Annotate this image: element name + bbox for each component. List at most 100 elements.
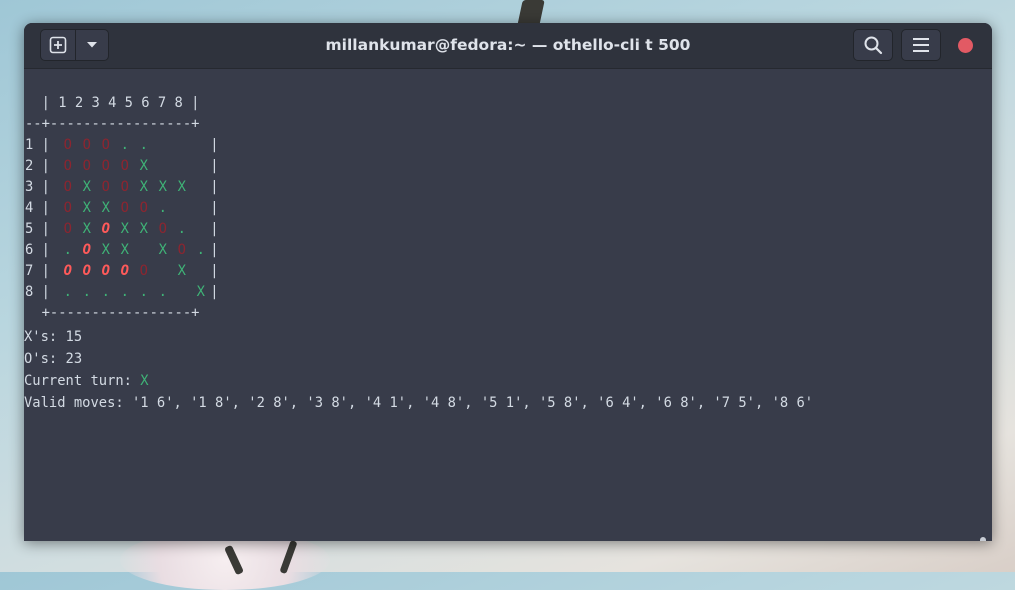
board-cell: O <box>82 158 91 174</box>
row-end: | <box>210 242 219 258</box>
close-button[interactable] <box>958 38 973 53</box>
board-cell: . <box>139 284 148 300</box>
row-label: 6 | <box>25 242 59 258</box>
board-cell: X <box>101 200 110 216</box>
board-cell: O <box>101 179 110 195</box>
header-bar: millankumar@fedora:~ — othello-cli t 500 <box>24 23 992 69</box>
row-label: 4 | <box>25 200 59 216</box>
board-cell <box>172 156 191 177</box>
board-cell: . <box>120 284 129 300</box>
board-cell <box>172 135 191 156</box>
window-title: millankumar@fedora:~ — othello-cli t 500 <box>325 36 691 54</box>
hamburger-menu-icon <box>913 38 929 52</box>
row-label: 2 | <box>25 158 59 174</box>
board-row: 2 | OOOOX | <box>25 156 219 177</box>
board-row: 1 | OOO.. | <box>25 135 219 156</box>
board-cell: O <box>63 137 72 153</box>
board-cell: O <box>63 221 72 237</box>
board-cell: O <box>63 263 72 279</box>
board-cell: O <box>120 200 129 216</box>
board-top-border: --+-----------------+ <box>25 116 200 132</box>
current-turn: Current turn: X <box>24 371 149 392</box>
board-cell: O <box>101 158 110 174</box>
board-cell: . <box>196 242 205 258</box>
menu-button[interactable] <box>901 29 941 61</box>
board-cell: X <box>120 221 129 237</box>
scrollbar-thumb[interactable] <box>980 537 986 541</box>
board-cell: O <box>120 263 129 279</box>
board-cell: X <box>101 242 110 258</box>
board-cell: O <box>158 221 167 237</box>
row-label: 8 | <box>25 284 59 300</box>
board-cell <box>191 156 210 177</box>
board-cell <box>153 156 172 177</box>
row-end: | <box>210 137 219 153</box>
board-cell: . <box>82 284 91 300</box>
board-cell: O <box>120 158 129 174</box>
board-row: 3 | OXOOXXX | <box>25 177 219 198</box>
board-cell: X <box>158 242 167 258</box>
board-cell: . <box>139 137 148 153</box>
board-cell <box>134 240 153 261</box>
board-cell: O <box>63 158 72 174</box>
board-cell <box>191 219 210 240</box>
board-cell: . <box>120 137 129 153</box>
board-row: 7 | OOOOO X | <box>25 261 219 282</box>
o-count: O's: 23 <box>24 351 83 367</box>
board-cell: X <box>177 263 186 279</box>
board-cell: X <box>139 221 148 237</box>
board-cell: X <box>139 158 148 174</box>
row-end: | <box>210 221 219 237</box>
board-cell: O <box>82 263 91 279</box>
current-turn-value: X <box>140 373 149 389</box>
board-cell <box>172 198 191 219</box>
row-label: 1 | <box>25 137 59 153</box>
board-cell: X <box>82 200 91 216</box>
board-row: 4 | OXXOO. | <box>25 198 219 219</box>
terminal-window: millankumar@fedora:~ — othello-cli t 500… <box>24 23 992 541</box>
search-icon <box>864 36 883 55</box>
row-label: 5 | <box>25 221 59 237</box>
board-cell: X <box>82 221 91 237</box>
row-label: 7 | <box>25 263 59 279</box>
board-cell: X <box>196 284 205 300</box>
board-row: 8 | ...... X | <box>25 282 219 303</box>
board-cell: . <box>63 284 72 300</box>
board-cell: . <box>177 221 186 237</box>
board-cell: O <box>139 263 148 279</box>
board-cell: O <box>120 179 129 195</box>
row-end: | <box>210 179 219 195</box>
search-button[interactable] <box>853 29 893 61</box>
board-row: 5 | OXOXXO. | <box>25 219 219 240</box>
board-cell: X <box>177 179 186 195</box>
board-bottom-border: +-----------------+ <box>25 305 200 321</box>
board-cell: X <box>139 179 148 195</box>
board-cell: . <box>101 284 110 300</box>
board-cell: O <box>101 263 110 279</box>
board-cell: O <box>101 137 110 153</box>
row-end: | <box>210 200 219 216</box>
board-cell: O <box>177 242 186 258</box>
board-cell: . <box>63 242 72 258</box>
board-cell <box>191 135 210 156</box>
board-cell <box>153 261 172 282</box>
board-cell: X <box>82 179 91 195</box>
board-cell <box>172 282 191 303</box>
row-end: | <box>210 158 219 174</box>
board-cell <box>191 198 210 219</box>
terminal-output[interactable]: | 1 2 3 4 5 6 7 8 | --+-----------------… <box>24 69 992 541</box>
board-cell: . <box>158 200 167 216</box>
current-turn-label: Current turn: <box>24 373 141 389</box>
valid-moves: Valid moves: '1 6', '1 8', '2 8', '3 8',… <box>24 395 814 411</box>
board-row: 6 | .OXX X O. | <box>25 240 219 261</box>
board-cell: O <box>82 242 91 258</box>
board-header: | 1 2 3 4 5 6 7 8 | <box>25 95 200 111</box>
board-cell <box>191 177 210 198</box>
row-end: | <box>210 284 219 300</box>
board-cell: X <box>158 179 167 195</box>
x-count: X's: 15 <box>24 329 83 345</box>
row-end: | <box>210 263 219 279</box>
row-label: 3 | <box>25 179 59 195</box>
board-cell: O <box>82 137 91 153</box>
board-cell: O <box>101 221 110 237</box>
